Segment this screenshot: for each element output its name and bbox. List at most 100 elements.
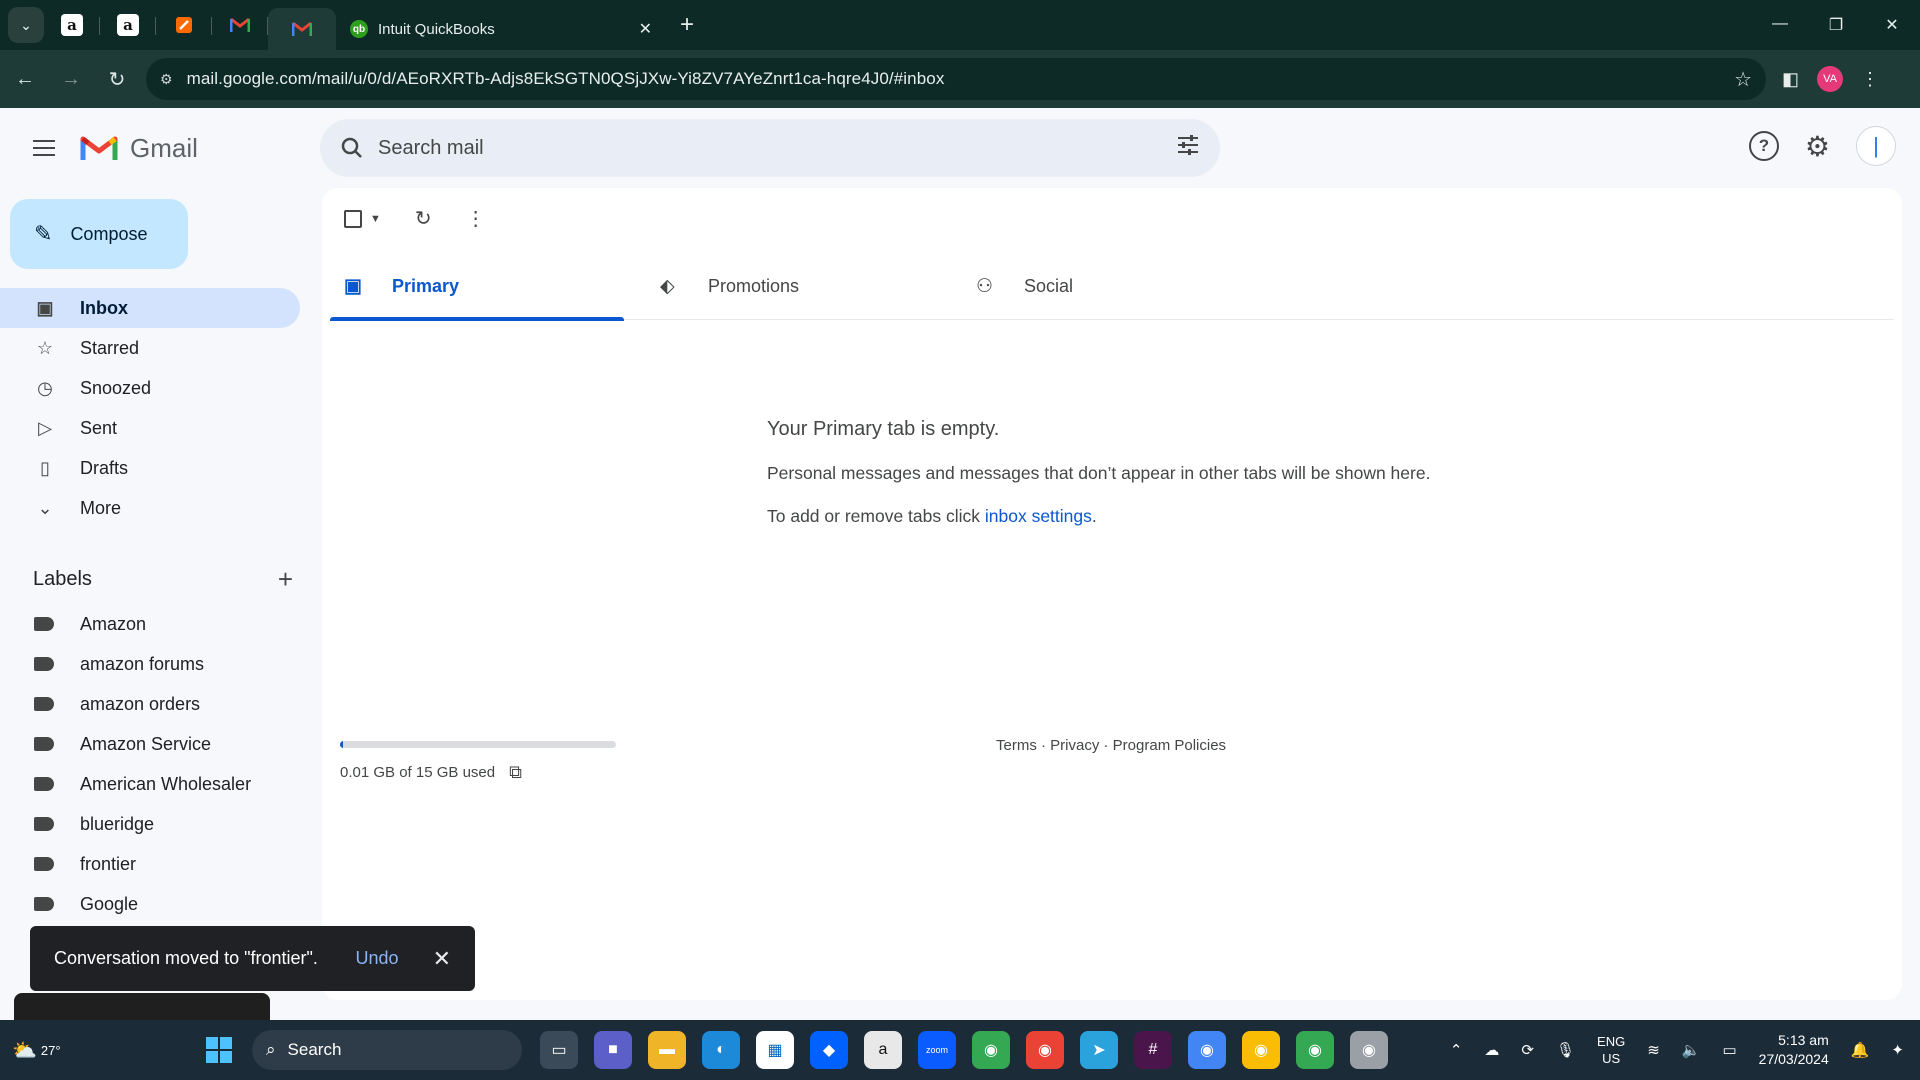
sidebar-item-starred[interactable]: ☆ Starred [0, 328, 300, 368]
label-icon [34, 897, 54, 911]
browser-menu-icon[interactable]: ⋮ [1861, 69, 1879, 90]
tab-label: Promotions [708, 275, 800, 296]
profile-avatar[interactable]: VA [1817, 66, 1844, 92]
edge-icon[interactable]: ◐ [702, 1031, 740, 1069]
chrome-icon[interactable]: ◉ [972, 1031, 1010, 1069]
close-icon[interactable]: ✕ [433, 946, 451, 972]
chrome-icon[interactable]: ◉ [1296, 1031, 1334, 1069]
store-icon[interactable]: ▦ [756, 1031, 794, 1069]
label-name: amazon orders [80, 693, 201, 714]
amazon-app-icon[interactable]: a [864, 1031, 902, 1069]
label-item[interactable]: amazon forums [0, 644, 300, 684]
browser-tab-gmail-active[interactable] [268, 8, 336, 50]
microphone-icon[interactable]: 🎙 [1556, 1041, 1575, 1059]
slack-icon[interactable]: # [1134, 1031, 1172, 1069]
sidebar-item-snoozed[interactable]: ◷ Snoozed [0, 368, 300, 408]
chevron-up-icon[interactable]: ⌃ [1450, 1041, 1463, 1059]
forward-button[interactable]: → [50, 58, 92, 100]
refresh-icon[interactable]: ↻ [415, 206, 432, 231]
main-menu-icon[interactable] [20, 124, 68, 172]
add-label-icon[interactable]: + [278, 564, 293, 595]
sidebar-item-drafts[interactable]: ▯ Drafts [0, 448, 300, 488]
label-item[interactable]: Amazon Service [0, 724, 300, 764]
zoom-icon[interactable]: zoom [918, 1031, 956, 1069]
browser-tab-amazon-2[interactable]: a [100, 0, 156, 50]
snackbar-message: Conversation moved to "frontier". [54, 948, 318, 968]
labels-list: Amazon amazon forums amazon orders Amazo… [0, 604, 300, 924]
teams-icon[interactable]: ■ [594, 1031, 632, 1069]
file-explorer-icon[interactable]: ▬ [648, 1031, 686, 1069]
tab-social[interactable]: ⚇ Social [962, 252, 1278, 320]
browser-tab-quickbooks[interactable]: qb Intuit QuickBooks ✕ [336, 8, 666, 50]
help-icon[interactable]: ? [1748, 131, 1779, 161]
battery-icon[interactable]: ▭ [1722, 1041, 1736, 1059]
footer-links[interactable]: Terms · Privacy · Program Policies [996, 737, 1226, 754]
search-icon[interactable] [340, 136, 364, 160]
task-view-icon[interactable]: ▭ [540, 1031, 578, 1069]
new-tab-button[interactable]: + [680, 11, 694, 39]
label-icon [34, 617, 54, 631]
label-item[interactable]: American Wholesaler [0, 764, 300, 804]
sidebar-item-label: Sent [80, 417, 118, 438]
search-options-icon[interactable] [1176, 134, 1200, 162]
chrome-icon[interactable]: ◉ [1188, 1031, 1226, 1069]
sidebar-item-more[interactable]: ⌄ More [0, 488, 300, 528]
reload-button[interactable]: ↻ [96, 58, 138, 100]
storage-bar [340, 741, 616, 748]
sidebar-item-label: Drafts [80, 457, 129, 478]
label-item[interactable]: blueridge [0, 804, 300, 844]
restore-button[interactable]: ❐ [1808, 15, 1864, 35]
language-indicator[interactable]: ENG US [1597, 1033, 1625, 1067]
label-icon [34, 737, 54, 751]
dropbox-icon[interactable]: ◆ [810, 1031, 848, 1069]
tab-search-button[interactable]: ⌄ [8, 7, 44, 43]
close-window-button[interactable]: ✕ [1864, 15, 1920, 35]
telegram-icon[interactable]: ➤ [1080, 1031, 1118, 1069]
sync-icon[interactable]: ⟳ [1521, 1041, 1534, 1059]
gmail-logo[interactable]: Gmail [80, 133, 198, 164]
browser-tab-amazon-1[interactable]: a [44, 0, 100, 50]
chrome-icon[interactable]: ◉ [1026, 1031, 1064, 1069]
minimize-button[interactable]: — [1752, 15, 1808, 35]
inbox-settings-link[interactable]: inbox settings [985, 506, 1092, 526]
label-item[interactable]: Amazon [0, 604, 300, 644]
open-external-icon[interactable]: ⧉ [509, 762, 522, 783]
search-bar[interactable]: Search mail [320, 119, 1220, 177]
settings-gear-icon[interactable]: ⚙ [1805, 130, 1830, 163]
undo-button[interactable]: Undo [356, 948, 399, 969]
close-icon[interactable]: ✕ [639, 19, 652, 39]
clock[interactable]: 5:13 am 27/03/2024 [1759, 1031, 1829, 1069]
select-all-checkbox[interactable]: ▼ [344, 209, 381, 228]
side-panel-icon[interactable]: ◧ [1782, 69, 1799, 90]
site-info-icon[interactable]: ⚙ [160, 71, 173, 88]
notification-bell-icon[interactable]: 🔔 [1851, 1041, 1870, 1059]
search-input[interactable]: Search mail [378, 137, 1176, 160]
account-avatar[interactable]: | [1856, 126, 1896, 166]
chrome-icon[interactable]: ◉ [1350, 1031, 1388, 1069]
browser-tab-zapier[interactable] [156, 0, 212, 50]
bookmark-star-icon[interactable]: ☆ [1734, 67, 1752, 92]
chat-panel[interactable] [14, 993, 270, 1023]
tab-promotions[interactable]: ⬖ Promotions [646, 252, 962, 320]
windows-start-icon[interactable] [206, 1037, 232, 1063]
wifi-icon[interactable]: ≋ [1647, 1041, 1660, 1059]
inbox-icon: ▣ [344, 275, 362, 297]
copilot-icon[interactable]: ✦ [1891, 1041, 1904, 1059]
tag-icon: ⬖ [660, 275, 675, 297]
browser-tab-gmail[interactable] [212, 0, 268, 50]
more-vert-icon[interactable]: ⋮ [466, 206, 486, 231]
tab-primary[interactable]: ▣ Primary [330, 252, 646, 321]
onedrive-icon[interactable]: ☁ [1484, 1041, 1499, 1059]
sidebar-item-inbox[interactable]: ▣ Inbox [0, 288, 300, 328]
compose-button[interactable]: ✎ Compose [10, 199, 188, 269]
address-bar[interactable]: ⚙ mail.google.com/mail/u/0/d/AEoRXRTb-Ad… [146, 58, 1766, 100]
taskbar-search[interactable]: ⌕ Search [252, 1030, 522, 1070]
volume-icon[interactable]: 🔈 [1682, 1041, 1701, 1059]
weather-widget[interactable]: ⛅ 27° [12, 1038, 192, 1063]
label-item[interactable]: amazon orders [0, 684, 300, 724]
back-button[interactable]: ← [4, 58, 46, 100]
sidebar-item-sent[interactable]: ▷ Sent [0, 408, 300, 448]
label-item[interactable]: frontier [0, 844, 300, 884]
label-item[interactable]: Google [0, 884, 300, 924]
chrome-icon[interactable]: ◉ [1242, 1031, 1280, 1069]
